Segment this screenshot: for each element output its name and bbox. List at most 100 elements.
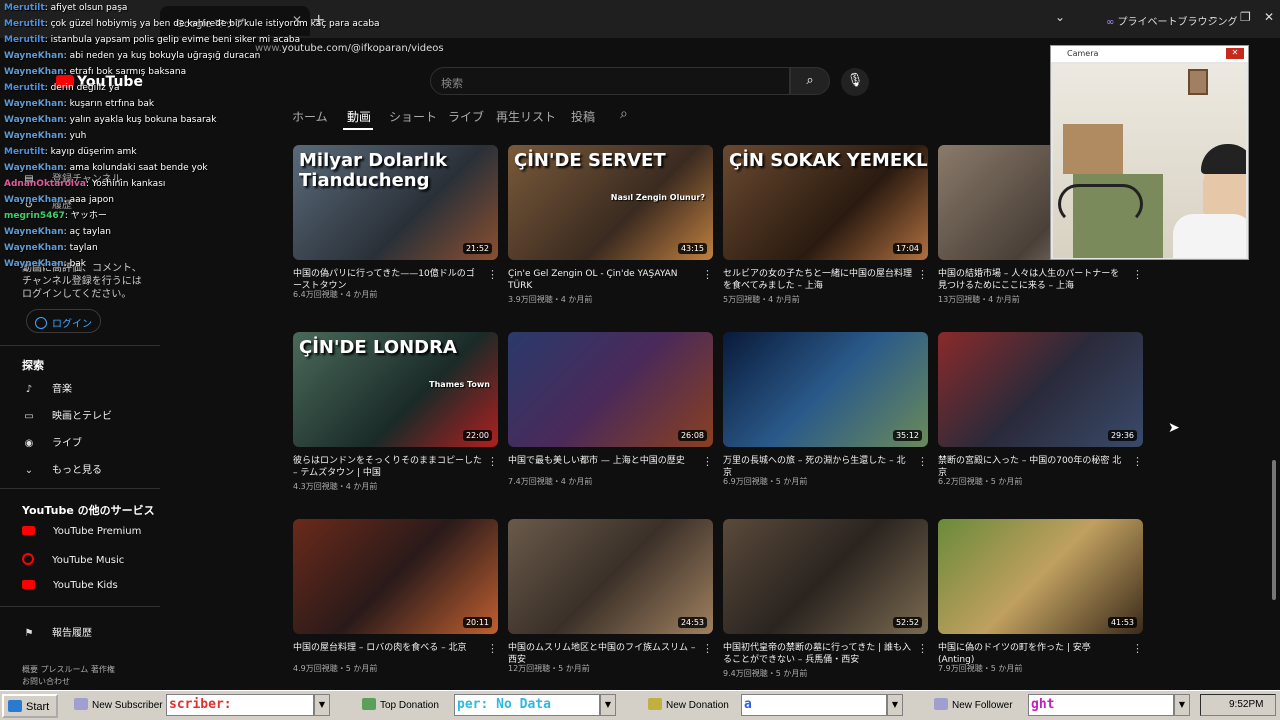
- chat-message: WayneKhan: aaa japon: [4, 195, 114, 205]
- footer-links[interactable]: 概要 プレスルーム 著作権: [22, 664, 115, 676]
- new-follower-dropdown-icon[interactable]: ▼: [1174, 694, 1190, 716]
- video-card[interactable]: ÇİN'DE LONDRA Thames Town 22:00 彼らはロンドンをそっく…: [293, 332, 498, 491]
- video-thumbnail[interactable]: ÇİN'DE LONDRA Thames Town 22:00: [293, 332, 498, 447]
- new-subscriber-field[interactable]: scriber:: [166, 694, 314, 716]
- video-title[interactable]: 中国初代皇帝の禁断の墓に行ってきた | 誰も入ることができない – 兵馬俑・西安: [723, 642, 913, 666]
- video-thumbnail[interactable]: 41:53: [938, 519, 1143, 634]
- tab-playlists[interactable]: 再生リスト: [496, 108, 556, 125]
- top-donation-field[interactable]: per: No Data: [454, 694, 600, 716]
- video-card[interactable]: 29:36 禁断の宮殿に入った – 中国の700年の秘密 北京 ⋮ 6.2万回視聴・5…: [938, 332, 1143, 486]
- stream-chat-overlay: Merutilt: afiyet olsun paşa Merutilt: çok…: [0, 0, 380, 300]
- sidebar-item-premium[interactable]: YouTube Premium: [22, 526, 141, 537]
- search-input[interactable]: 検索: [430, 67, 790, 95]
- chat-text: yuh: [69, 131, 87, 141]
- video-card[interactable]: 20:11 中国の屋台料理 – ロバの肉を食べる – 北京 ⋮ 4.9万回視聴・5 か…: [293, 519, 498, 673]
- top-donation-label[interactable]: Top Donation: [362, 698, 439, 711]
- camera-title-bar[interactable]: Camera ✕: [1051, 46, 1248, 62]
- video-thumbnail[interactable]: ÇİN'DE SERVET Nasıl Zengin Olunur? 43:15: [508, 145, 713, 260]
- film-icon: ▭: [24, 411, 34, 422]
- more-options-icon[interactable]: ⋮: [702, 455, 713, 468]
- chat-text: afiyet olsun paşa: [50, 3, 128, 13]
- more-options-icon[interactable]: ⋮: [917, 455, 928, 468]
- video-title[interactable]: 彼らはロンドンをそっくりそのままコピーした – テムズタウン | 中国: [293, 455, 483, 479]
- login-button[interactable]: ログイン: [26, 309, 101, 333]
- more-options-icon[interactable]: ⋮: [487, 455, 498, 468]
- more-options-icon[interactable]: ⋮: [487, 268, 498, 281]
- close-window-icon[interactable]: ✕: [1264, 10, 1274, 24]
- video-card[interactable]: 24:53 中国のムスリム地区と中国のフイ族ムスリム – 西安 ⋮ 12万回視聴・5 …: [508, 519, 713, 673]
- more-options-icon[interactable]: ⋮: [1132, 642, 1143, 655]
- video-thumbnail[interactable]: 24:53: [508, 519, 713, 634]
- video-title[interactable]: 中国で最も美しい都市 — 上海と中国の歴史: [508, 455, 698, 467]
- video-thumbnail[interactable]: 26:08: [508, 332, 713, 447]
- video-thumbnail[interactable]: Milyar Dolarlık Tianducheng 21:52: [293, 145, 498, 260]
- tab-home[interactable]: ホーム: [292, 108, 328, 125]
- tab-live[interactable]: ライブ: [448, 108, 484, 125]
- video-card[interactable]: ÇİN'DE SERVET Nasıl Zengin Olunur? 43:15 Çi…: [508, 145, 713, 304]
- microphone-icon[interactable]: 🎙: [841, 68, 869, 96]
- chat-text: derin değiliz ya: [50, 83, 120, 93]
- chat-message: Merutilt: çok güzel hobiymiş ya ben de k…: [4, 19, 380, 29]
- more-options-icon[interactable]: ⋮: [917, 642, 928, 655]
- search-icon[interactable]: ⌕: [790, 67, 830, 95]
- thumbnail-subtext: Nasıl Zengin Olunur?: [610, 193, 705, 202]
- sidebar-item-kids[interactable]: YouTube Kids: [22, 580, 118, 591]
- sidebar-item-report-history[interactable]: ⚑ 報告履歴: [22, 624, 92, 639]
- flag-icon: ⚑: [24, 628, 34, 639]
- taskbar: Start New Subscriber scriber: ▼ Top Dona…: [0, 690, 1280, 720]
- sidebar-item-live[interactable]: ◉ ライブ: [22, 434, 82, 449]
- camera-window[interactable]: Camera ✕: [1050, 45, 1249, 260]
- camera-close-icon[interactable]: ✕: [1226, 48, 1244, 59]
- tab-posts[interactable]: 投稿: [571, 108, 595, 125]
- video-card[interactable]: 41:53 中国に偽のドイツの町を作った | 安亭 (Anting) ⋮ 7.9万回視…: [938, 519, 1143, 673]
- video-card[interactable]: 52:52 中国初代皇帝の禁断の墓に行ってきた | 誰も入ることができない – 兵…: [723, 519, 928, 678]
- video-card[interactable]: 35:12 万里の長城への旅 – 死の淵から生還した – 北京 ⋮ 6.9万回視聴・5…: [723, 332, 928, 486]
- more-options-icon[interactable]: ⋮: [487, 642, 498, 655]
- tab-shorts[interactable]: ショート: [389, 108, 437, 125]
- new-donation-field[interactable]: a: [741, 694, 887, 716]
- video-meta: 4.9万回視聴・5 か月前: [293, 664, 378, 673]
- donation-icon: [362, 698, 376, 710]
- maximize-icon[interactable]: ❐: [1240, 10, 1251, 24]
- video-thumbnail[interactable]: 35:12: [723, 332, 928, 447]
- minimize-icon[interactable]: –: [1210, 10, 1216, 24]
- new-follower-label[interactable]: New Follower: [934, 698, 1013, 711]
- new-follower-field[interactable]: ght: [1028, 694, 1174, 716]
- video-thumbnail[interactable]: 52:52: [723, 519, 928, 634]
- top-donation-dropdown-icon[interactable]: ▼: [600, 694, 616, 716]
- video-duration: 17:04: [892, 243, 922, 254]
- sidebar-item-more[interactable]: ⌄ もっと見る: [22, 461, 102, 476]
- video-thumbnail[interactable]: ÇİN SOKAK YEMEKLERİ 17:04: [723, 145, 928, 260]
- thumbnail-overlay-text: ÇİN'DE LONDRA: [299, 337, 457, 358]
- channel-search-icon[interactable]: ⌕: [620, 106, 628, 122]
- video-meta: 7.4万回視聴・4 か月前: [508, 477, 593, 486]
- video-card[interactable]: ÇİN SOKAK YEMEKLERİ 17:04 セルビアの女の子たちと一緒に中国…: [723, 145, 928, 304]
- video-card[interactable]: Milyar Dolarlık Tianducheng 21:52 中国の偽パリに行…: [293, 145, 498, 299]
- video-title[interactable]: Çin'e Gel Zengin OL - Çin'de YAŞAYAN TÜR…: [508, 268, 698, 292]
- start-button[interactable]: Start: [2, 694, 58, 718]
- video-card[interactable]: 26:08 中国で最も美しい都市 — 上海と中国の歴史 ⋮ 7.4万回視聴・4 か月前: [508, 332, 713, 486]
- more-options-icon[interactable]: ⋮: [702, 268, 713, 281]
- mouse-cursor-icon: ➤: [1168, 420, 1180, 436]
- sidebar-item-movies[interactable]: ▭ 映画とテレビ: [22, 407, 112, 422]
- more-options-icon[interactable]: ⋮: [1132, 268, 1143, 281]
- new-donation-dropdown-icon[interactable]: ▼: [887, 694, 903, 716]
- video-title[interactable]: 中国の屋台料理 – ロバの肉を食べる – 北京: [293, 642, 483, 654]
- sidebar-divider: [0, 488, 160, 489]
- sidebar-item-music[interactable]: ♪ 音楽: [22, 380, 72, 395]
- video-thumbnail[interactable]: 29:36: [938, 332, 1143, 447]
- more-options-icon[interactable]: ⋮: [702, 642, 713, 655]
- new-donation-label[interactable]: New Donation: [648, 698, 729, 711]
- new-subscriber-label[interactable]: New Subscriber: [74, 698, 163, 711]
- video-title[interactable]: 中国の結婚市場 – 人々は人生のパートナーを見つけるためにここに来る – 上海: [938, 268, 1128, 292]
- sidebar-item-music-app[interactable]: YouTube Music: [22, 553, 124, 566]
- more-options-icon[interactable]: ⋮: [917, 268, 928, 281]
- video-title[interactable]: セルビアの女の子たちと一緒に中国の屋台料理を食べてみました – 上海: [723, 268, 913, 292]
- more-options-icon[interactable]: ⋮: [1132, 455, 1143, 468]
- tab-list-chevron-icon[interactable]: ⌄: [1055, 10, 1065, 24]
- subscriber-dropdown-icon[interactable]: ▼: [314, 694, 330, 716]
- video-thumbnail[interactable]: 20:11: [293, 519, 498, 634]
- footer-contact[interactable]: お問い合わせ: [22, 676, 115, 688]
- scrollbar[interactable]: [1272, 460, 1276, 600]
- tab-videos[interactable]: 動画: [347, 108, 371, 125]
